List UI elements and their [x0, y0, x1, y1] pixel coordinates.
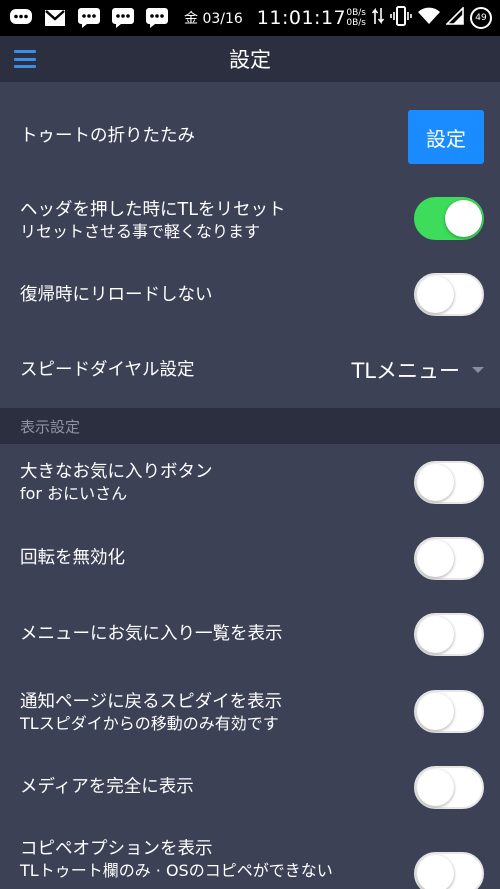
- setting-label: スピードダイヤル設定: [20, 359, 195, 380]
- app-bar: 設定: [0, 36, 500, 82]
- setting-row-menu-favorites: メニューにお気に入り一覧を表示: [0, 604, 500, 664]
- data-transfer-icon: [371, 7, 385, 29]
- menu-favorites-toggle[interactable]: [414, 613, 484, 656]
- speed-dial-dropdown[interactable]: TLメニュー: [351, 355, 484, 385]
- status-bar: 金 03/16 11:01:17 0B/s 0B/s 49: [0, 0, 500, 36]
- battery-icon: 49: [470, 7, 492, 29]
- setting-label: 回転を無効化: [20, 547, 125, 568]
- notification-speeddial-toggle[interactable]: [414, 690, 484, 733]
- page-title: 設定: [229, 48, 271, 72]
- header-reset-toggle[interactable]: [414, 197, 484, 240]
- setting-row-disable-rotation: 回転を無効化: [0, 528, 500, 588]
- setting-description: リセットさせる事で軽くなります: [20, 221, 261, 241]
- network-speed: 0B/s 0B/s: [346, 8, 366, 28]
- setting-label: コピペオプションを表示: [20, 839, 213, 859]
- gmail-icon: [42, 7, 68, 29]
- wifi-icon: [418, 7, 440, 29]
- setting-label: メニューにお気に入り一覧を表示: [20, 623, 283, 644]
- setting-label: 大きなお気に入りボタン: [20, 461, 213, 482]
- copy-paste-toggle[interactable]: [414, 852, 484, 889]
- speed-dial-value: TLメニュー: [351, 359, 460, 383]
- setting-label: ヘッダを押した時にTLをリセット: [20, 199, 286, 220]
- setting-row-notification-speeddial: 通知ページに戻るスピダイを表示 TLスピダイからの移動のみ有効です: [0, 682, 500, 742]
- status-time: 11:01:17: [256, 7, 347, 29]
- setting-row-speed-dial: スピードダイヤル設定 TLメニュー: [0, 340, 500, 400]
- setting-row-header-reset: ヘッダを押した時にTLをリセット リセットさせる事で軽くなります: [0, 190, 500, 250]
- full-media-toggle[interactable]: [414, 766, 484, 809]
- vibrate-icon: [390, 6, 412, 30]
- no-reload-toggle[interactable]: [414, 273, 484, 316]
- message-icon-3: [144, 7, 170, 29]
- setting-row-fold-toot: トゥートの折りたたみ 設定: [0, 82, 500, 190]
- disable-rotation-toggle[interactable]: [414, 537, 484, 580]
- status-date: 金 03/16: [184, 11, 243, 27]
- setting-description: for おにいさん: [20, 483, 128, 503]
- big-favorite-toggle[interactable]: [414, 461, 484, 504]
- cell-signal-icon: [445, 6, 464, 29]
- setting-description: TLトゥート欄のみ · OSのコピペができない: [20, 861, 333, 880]
- fold-toot-settings-button[interactable]: 設定: [408, 110, 484, 164]
- setting-label: トゥートの折りたたみ: [20, 125, 195, 146]
- message-icon-1: [76, 7, 102, 29]
- message-icon-2: [110, 7, 136, 29]
- dropdown-caret-icon: [472, 367, 484, 373]
- setting-row-full-media: メディアを完全に表示: [0, 757, 500, 817]
- section-label: 表示設定: [20, 417, 81, 436]
- setting-row-no-reload: 復帰時にリロードしない: [0, 265, 500, 325]
- setting-description: TLスピダイからの移動のみ有効です: [20, 713, 279, 733]
- setting-row-big-favorite: 大きなお気に入りボタン for おにいさん: [0, 452, 500, 512]
- chat-bubble-icon: [8, 7, 34, 29]
- section-header-display: 表示設定: [0, 408, 500, 444]
- setting-label: メディアを完全に表示: [20, 776, 194, 797]
- setting-row-copy-paste: コピペオプションを表示 TLトゥート欄のみ · OSのコピペができない: [0, 838, 500, 889]
- setting-label: 通知ページに戻るスピダイを表示: [20, 691, 283, 712]
- setting-label: 復帰時にリロードしない: [20, 284, 213, 305]
- menu-icon[interactable]: [14, 50, 36, 68]
